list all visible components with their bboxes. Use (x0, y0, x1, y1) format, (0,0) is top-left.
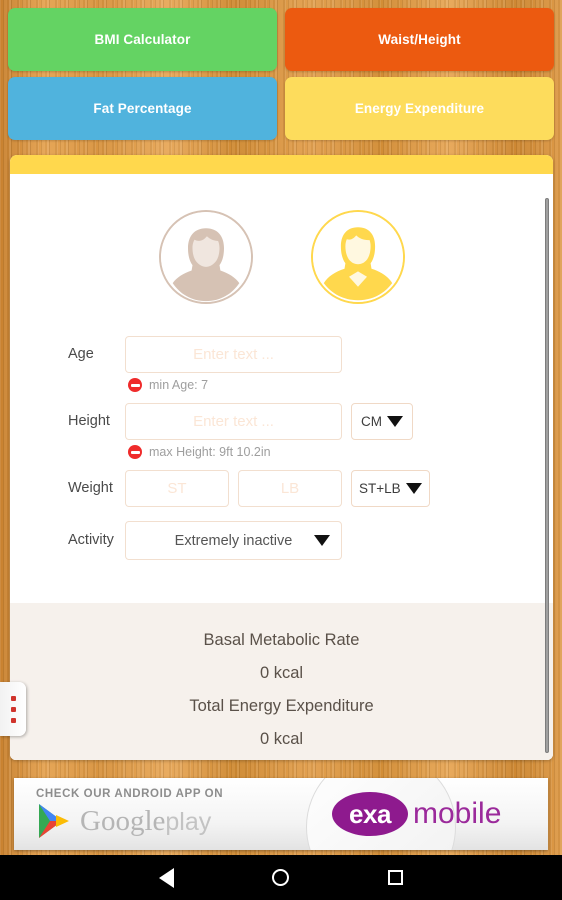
card-content: Age min Age: 7 Height (10, 174, 553, 760)
weight-pound-input[interactable] (238, 470, 342, 507)
bmr-value: 0 kcal (259, 664, 304, 682)
error-icon (128, 378, 142, 392)
weight-label: Weight (68, 480, 113, 496)
height-error-text: max Height: 9ft 10.2in (149, 445, 271, 459)
calculator-card: Age min Age: 7 Height (10, 155, 553, 760)
chevron-down-icon (387, 416, 403, 427)
activity-select[interactable]: Extremely inactive (125, 521, 342, 560)
ad-store-name: Google (80, 804, 166, 837)
nav-button-label: BMI Calculator (94, 32, 191, 47)
age-label: Age (68, 346, 94, 362)
nav-button-waist-height[interactable]: Waist/Height (285, 8, 554, 71)
home-icon[interactable] (272, 869, 290, 886)
category-nav: BMI Calculator Waist/Height Fat Percenta… (8, 8, 554, 140)
recents-icon[interactable] (387, 870, 403, 885)
height-unit-value: CM (361, 414, 382, 429)
results-panel: Basal Metabolic Rate 0 kcal Total Energy… (10, 603, 553, 760)
content-scrollbar[interactable] (545, 198, 549, 753)
weight-unit-select[interactable]: ST+LB (351, 470, 430, 507)
bmr-label: Basal Metabolic Rate (203, 631, 360, 649)
activity-value: Extremely inactive (174, 532, 293, 549)
chevron-down-icon (405, 483, 422, 494)
error-icon (128, 445, 142, 459)
ad-kicker-text: CHECK OUR ANDROID APP ON (36, 788, 224, 800)
tee-value: 0 kcal (259, 730, 304, 748)
google-play-icon (39, 804, 69, 838)
menu-dot-icon (10, 706, 16, 712)
back-icon[interactable] (159, 867, 175, 888)
nav-button-fat-percentage[interactable]: Fat Percentage (8, 77, 277, 140)
weight-row: Weight ST+LB (10, 470, 553, 507)
gender-selector (10, 174, 553, 304)
side-menu-tab[interactable] (0, 682, 26, 736)
weight-stone-input[interactable] (125, 470, 229, 507)
age-error: min Age: 7 (128, 376, 553, 394)
age-error-text: min Age: 7 (149, 378, 209, 392)
nav-button-label: Energy Expenditure (354, 101, 485, 116)
ad-play-store-section: CHECK OUR ANDROID APP ON Googleplay (14, 788, 332, 840)
weight-unit-value: ST+LB (359, 481, 401, 496)
activity-row: Activity Extremely inactive (10, 521, 553, 560)
chevron-down-icon (314, 535, 330, 546)
male-avatar[interactable] (310, 210, 405, 304)
nav-button-label: Waist/Height (378, 32, 461, 47)
ad-store-suffix: play (165, 807, 212, 836)
activity-label: Activity (68, 532, 114, 548)
android-navigation-bar (0, 855, 562, 900)
measurement-form: Age min Age: 7 Height (10, 304, 553, 560)
ad-banner[interactable]: CHECK OUR ANDROID APP ON Googleplay exa … (14, 778, 548, 850)
ad-store-text: Googleplay (80, 804, 212, 837)
card-accent-bar (10, 155, 553, 174)
height-input[interactable] (125, 403, 342, 440)
female-avatar[interactable] (158, 210, 253, 304)
nav-button-energy-expenditure[interactable]: Energy Expenditure (285, 77, 554, 140)
age-row: Age min Age: 7 (10, 336, 553, 399)
height-error: max Height: 9ft 10.2in (128, 443, 553, 461)
menu-dot-icon (10, 695, 16, 701)
ad-brand-section: exa mobile (306, 778, 548, 850)
height-unit-select[interactable]: CM (351, 403, 413, 440)
menu-dot-icon (10, 717, 16, 723)
age-input[interactable] (125, 336, 342, 373)
exa-logo-badge: exa (332, 792, 408, 836)
height-label: Height (68, 413, 110, 429)
nav-button-label: Fat Percentage (93, 101, 192, 116)
nav-button-bmi-calculator[interactable]: BMI Calculator (8, 8, 277, 71)
height-row: Height CM max Height: 9ft 10.2in (10, 403, 553, 466)
tee-label: Total Energy Expenditure (189, 697, 374, 715)
exa-brand-name: mobile (413, 797, 502, 830)
